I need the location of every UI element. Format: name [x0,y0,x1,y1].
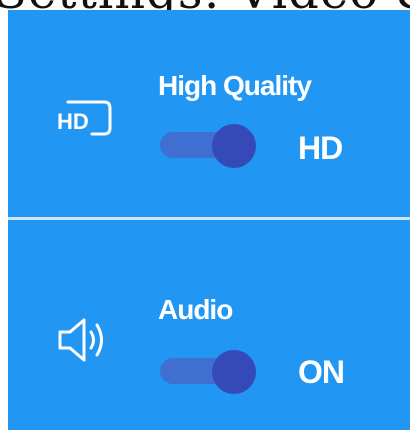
audio-label: Audio [158,294,233,325]
audio-setting-row: Audio ON [8,220,410,420]
settings-screenshot: Settings: Video & Audio HD High Quality … [0,0,410,438]
audio-state-value: ON [298,354,345,390]
audio-toggle[interactable] [160,348,260,394]
settings-panel: HD High Quality HD Audio ON [8,10,410,430]
quality-toggle[interactable] [160,122,260,168]
hd-icon: HD [57,100,112,136]
quality-state-value: HD [298,130,343,166]
audio-toggle-knob[interactable] [212,350,256,394]
speaker-icon [58,318,103,362]
quality-setting-row: HD High Quality HD [8,10,410,210]
hd-icon-text: HD [57,109,89,134]
quality-toggle-knob[interactable] [212,124,256,168]
quality-label: High Quality [158,70,312,101]
